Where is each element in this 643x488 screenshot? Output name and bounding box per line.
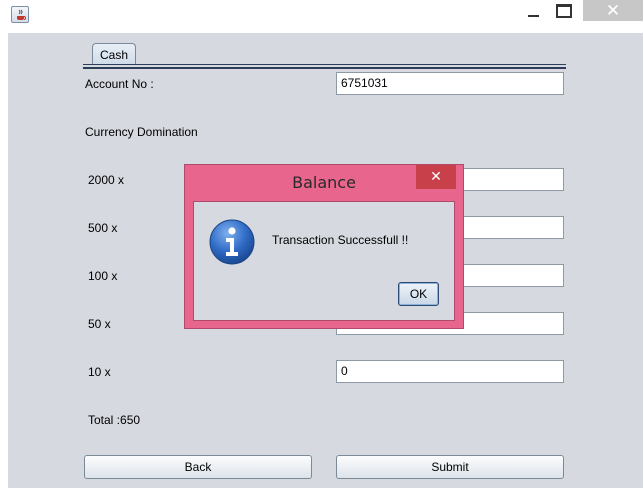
account-field[interactable]: 6751031 xyxy=(336,72,564,95)
dialog-body: Transaction Successfull !! OK xyxy=(193,201,455,321)
denomination-10-label: 10 x xyxy=(88,365,111,379)
tab-divider xyxy=(83,64,566,65)
denomination-2000-label: 2000 x xyxy=(88,173,125,187)
account-label: Account No : xyxy=(85,77,154,91)
denomination-500-label: 500 x xyxy=(88,221,118,235)
tab-cash[interactable]: Cash xyxy=(92,43,136,65)
total-label: Total :650 xyxy=(88,413,141,427)
close-icon: ✕ xyxy=(430,169,442,185)
denomination-100-label: 100 x xyxy=(88,269,118,283)
window-titlebar: ✕ xyxy=(0,0,643,33)
ok-button[interactable]: OK xyxy=(398,282,439,306)
back-button[interactable]: Back xyxy=(84,455,312,479)
minimize-button[interactable] xyxy=(516,0,550,22)
denomination-50-label: 50 x xyxy=(88,317,111,331)
dialog-close-button[interactable]: ✕ xyxy=(416,165,456,189)
denomination-10-field[interactable]: 0 xyxy=(336,360,564,383)
close-button[interactable]: ✕ xyxy=(583,0,643,21)
dialog-message: Transaction Successfull !! xyxy=(272,233,409,247)
balance-dialog: Balance ✕ Transaction Successfull !! OK xyxy=(184,164,464,329)
currency-label: Currency Domination xyxy=(85,125,198,139)
submit-button[interactable]: Submit xyxy=(336,455,564,479)
minimize-icon xyxy=(527,15,539,17)
info-icon xyxy=(208,218,256,266)
close-icon: ✕ xyxy=(605,0,621,21)
maximize-button[interactable] xyxy=(550,0,578,22)
maximize-icon xyxy=(556,4,572,18)
tab-divider-bold xyxy=(83,67,566,69)
java-app-icon xyxy=(11,6,29,23)
